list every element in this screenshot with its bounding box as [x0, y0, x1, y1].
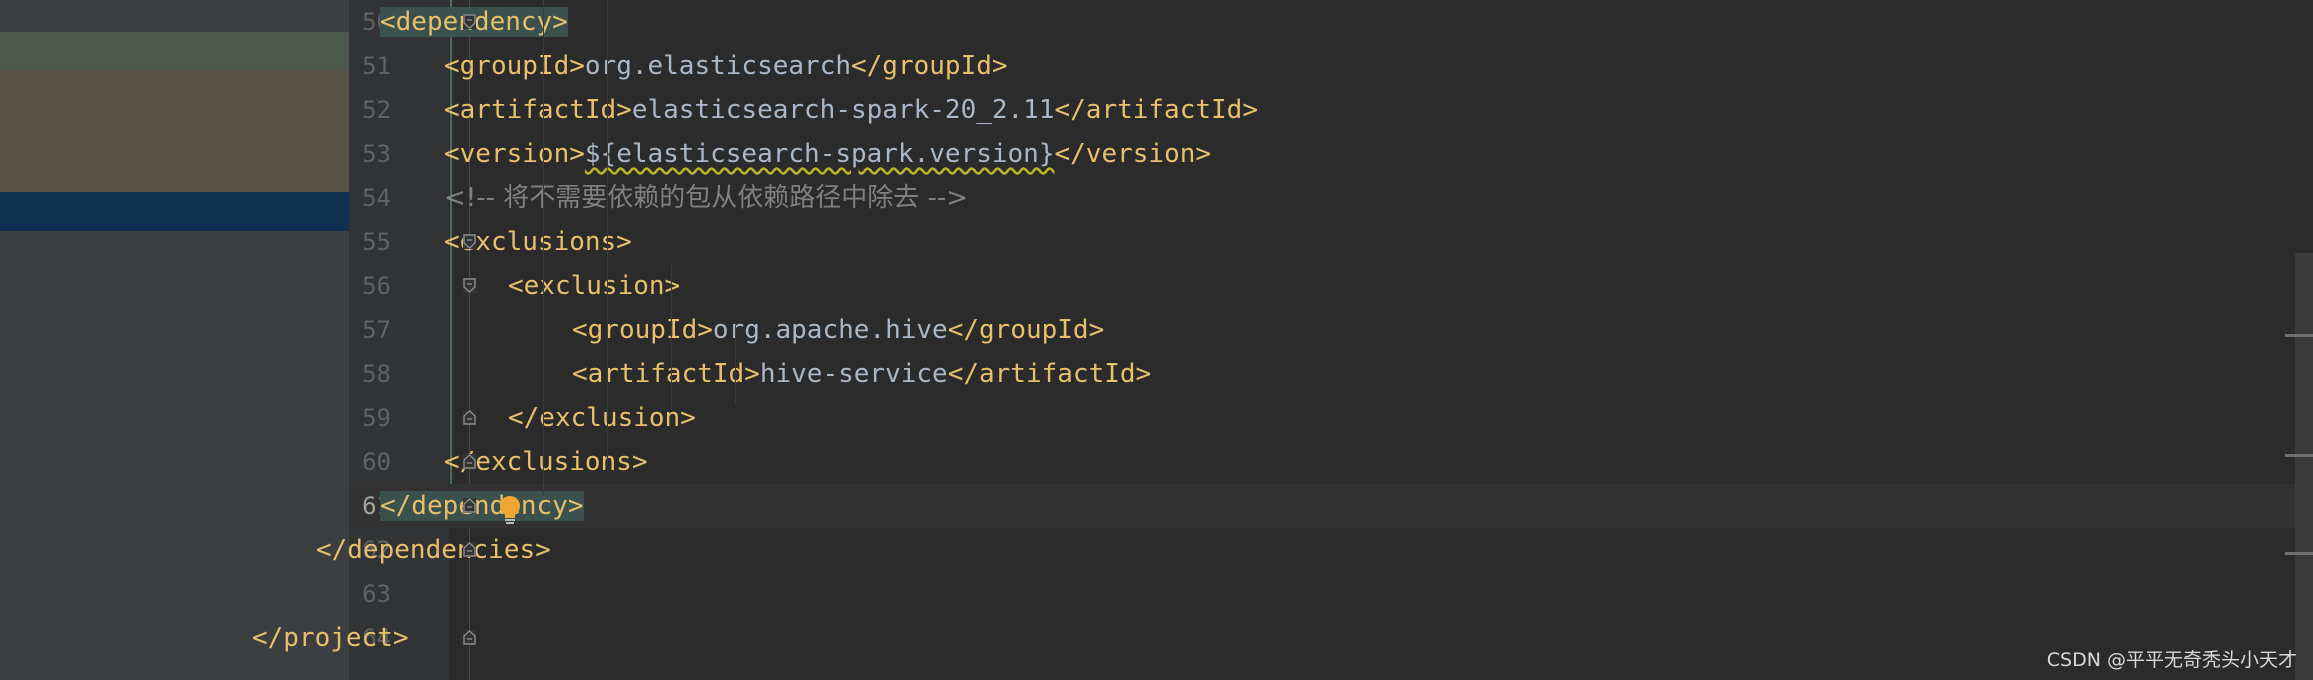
lightbulb-icon[interactable]: [497, 494, 523, 530]
code-line[interactable]: 60 </exclusions>: [349, 440, 2313, 484]
line-number: 59: [362, 404, 391, 432]
ide-window: 50<dependency>51<groupId>org.elasticsear…: [0, 0, 2313, 680]
code-line[interactable]: 51 <groupId>org.elasticsearch</groupId>: [349, 44, 2313, 88]
indent-guide: [543, 0, 544, 495]
xml-tag: </artifactId>: [1054, 95, 1258, 125]
xml-tag: <groupId>: [444, 51, 585, 81]
xml-text: hive-service: [759, 359, 948, 389]
xml-tag: </version>: [1054, 139, 1212, 169]
watermark: CSDN @平平无奇秃头小天才: [2046, 649, 2297, 671]
xml-tag: <artifactId>: [444, 95, 632, 125]
fold-close-icon[interactable]: [463, 498, 476, 513]
xml-tag: <groupId>: [572, 315, 713, 345]
xml-text: org.apache.hive: [712, 315, 948, 345]
line-number: 60: [362, 448, 391, 476]
side-panel-row-modified[interactable]: [0, 71, 349, 192]
xml-tag: <version>: [444, 139, 585, 169]
xml-tag: </dependencies>: [316, 535, 551, 565]
code-line[interactable]: 57 <groupId>org.apache.hive</groupId>: [349, 308, 2313, 352]
code-text: </dependency>: [380, 490, 584, 522]
code-text: <groupId>org.apache.hive</groupId>: [572, 314, 1104, 346]
code-text: <!-- 将不需要依赖的包从依赖路径中除去 -->: [444, 182, 968, 214]
indent-guide: [671, 265, 672, 410]
code-text: </project>: [252, 622, 409, 654]
code-text: <groupId>org.elasticsearch</groupId>: [444, 50, 1008, 82]
code-text: <exclusion>: [508, 270, 680, 302]
xml-tag: </exclusion>: [508, 403, 696, 433]
fold-open-icon[interactable]: [463, 234, 476, 249]
code-editor[interactable]: 50<dependency>51<groupId>org.elasticsear…: [252, 0, 2313, 680]
line-number: 57: [362, 316, 391, 344]
fold-open-icon[interactable]: [463, 278, 476, 293]
fold-close-icon[interactable]: [463, 630, 476, 645]
code-text: </exclusion>: [508, 402, 696, 434]
code-line[interactable]: 58 <artifactId>hive-service</artifactId>: [349, 352, 2313, 396]
fold-open-icon[interactable]: [463, 14, 476, 29]
indent-guide: [735, 325, 736, 405]
code-line[interactable]: 50<dependency>: [349, 0, 2313, 44]
xml-text: ${elasticsearch-spark.version}: [584, 139, 1055, 169]
fold-close-icon[interactable]: [463, 410, 476, 425]
vertical-scrollbar[interactable]: [2295, 253, 2313, 680]
code-line[interactable]: 54 <!-- 将不需要依赖的包从依赖路径中除去 -->: [349, 176, 2313, 220]
side-panel-row-highlight[interactable]: [0, 32, 349, 71]
xml-tag: </dependency>: [380, 491, 584, 521]
code-text: <artifactId>elasticsearch-spark-20_2.11<…: [444, 94, 1258, 126]
code-text: <artifactId>hive-service</artifactId>: [572, 358, 1151, 390]
xml-text: elasticsearch-spark-20_2.11: [631, 95, 1055, 125]
line-number: 53: [362, 140, 391, 168]
code-line[interactable]: 56 <exclusion>: [349, 264, 2313, 308]
xml-text: org.elasticsearch: [584, 51, 851, 81]
code-line[interactable]: 53 <version>${elasticsearch-spark.version…: [349, 132, 2313, 176]
line-number: 54: [362, 184, 391, 212]
code-line[interactable]: 61 </dependency>: [349, 484, 2313, 528]
line-number: 56: [362, 272, 391, 300]
indent-guide: [607, 0, 608, 465]
xml-tag: </project>: [252, 623, 409, 653]
code-line[interactable]: 64 </project>: [252, 616, 2313, 660]
code-line[interactable]: 55 <exclusions>: [349, 220, 2313, 264]
line-number: 51: [362, 52, 391, 80]
code-line[interactable]: 62 </dependencies>: [316, 528, 2313, 572]
side-panel-row-selected[interactable]: [0, 192, 349, 231]
xml-tag: </groupId>: [851, 51, 1008, 81]
code-text: <version>${elasticsearch-spark.version}<…: [444, 138, 1211, 170]
project-side-panel[interactable]: [0, 0, 349, 680]
line-number: 58: [362, 360, 391, 388]
xml-comment: <!-- 将不需要依赖的包从依赖路径中除去 -->: [444, 183, 969, 213]
fold-close-icon[interactable]: [463, 454, 476, 469]
code-line[interactable]: 59 </exclusion>: [349, 396, 2313, 440]
code-line[interactable]: 63: [349, 572, 2313, 616]
xml-tag: </artifactId>: [947, 359, 1152, 389]
scrollbar-marker[interactable]: [2285, 552, 2313, 555]
line-number: 52: [362, 96, 391, 124]
scrollbar-marker[interactable]: [2285, 454, 2313, 457]
code-text: </dependencies>: [316, 534, 551, 566]
line-number: 63: [362, 580, 391, 608]
line-number: 55: [362, 228, 391, 256]
fold-close-icon[interactable]: [463, 542, 476, 557]
scrollbar-marker[interactable]: [2285, 334, 2313, 337]
xml-tag: <exclusion>: [508, 271, 681, 301]
code-line[interactable]: 52 <artifactId>elasticsearch-spark-20_2.1…: [349, 88, 2313, 132]
xml-tag: </groupId>: [947, 315, 1105, 345]
xml-tag: <artifactId>: [572, 359, 760, 389]
